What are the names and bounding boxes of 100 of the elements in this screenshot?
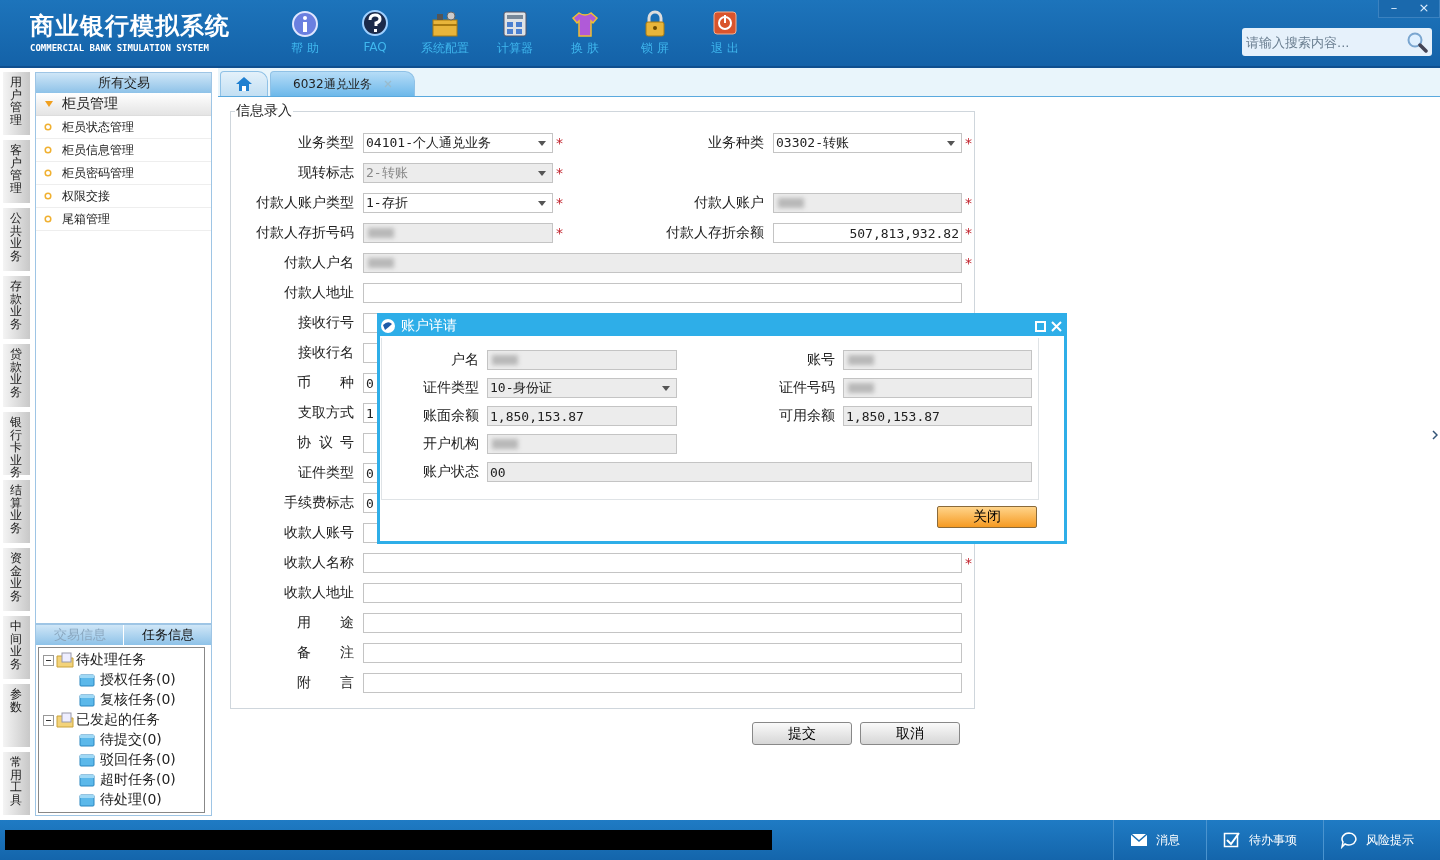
- input-field[interactable]: [843, 350, 1032, 370]
- bullet-icon: [44, 169, 52, 177]
- dropdown-arrow-icon: [947, 140, 955, 146]
- side-tab[interactable]: 存款业务: [3, 276, 30, 339]
- folder-icon: [79, 793, 95, 807]
- nav-header[interactable]: 所有交易: [36, 73, 211, 93]
- side-tab[interactable]: 用户管理: [3, 72, 30, 135]
- field-label: 证件号码: [778, 379, 836, 397]
- nav-item[interactable]: 柜员状态管理: [36, 116, 211, 139]
- input-field[interactable]: [363, 553, 962, 573]
- bullet-icon: [44, 123, 52, 131]
- field-label: 付款人户名: [283, 254, 355, 272]
- close-button[interactable]: ×: [1409, 0, 1439, 17]
- tree-item[interactable]: 已发起的任务: [76, 711, 160, 729]
- input-field[interactable]: [363, 643, 962, 663]
- form-button[interactable]: 取消: [860, 722, 960, 745]
- input-field[interactable]: [363, 613, 962, 633]
- home-tab[interactable]: [220, 71, 268, 96]
- shirt-icon: [571, 10, 599, 38]
- side-tab[interactable]: 资金业务: [3, 548, 30, 611]
- field-label: 手续费标志: [283, 494, 355, 512]
- required-mark: *: [965, 255, 972, 271]
- close-icon: [1051, 320, 1062, 332]
- required-mark: *: [965, 135, 972, 151]
- required-mark: *: [556, 165, 563, 181]
- page-tab[interactable]: 6032通兑业务: [270, 71, 415, 96]
- tree-item[interactable]: 驳回任务(0): [100, 751, 176, 769]
- status-item[interactable]: 待办事项: [1206, 820, 1323, 860]
- tree-item[interactable]: 待处理任务: [76, 651, 146, 669]
- input-field[interactable]: [363, 283, 962, 303]
- field-label: 付款人地址: [283, 284, 355, 302]
- panel-tab[interactable]: 任务信息: [123, 625, 211, 645]
- minimize-button[interactable]: –: [1379, 0, 1409, 17]
- folder-icon: [79, 773, 95, 787]
- tree-item[interactable]: 待处理(0): [100, 791, 162, 809]
- required-mark: *: [965, 195, 972, 211]
- field-label: 付款人存折余额: [665, 224, 765, 242]
- field-label: 收款人账号: [283, 524, 355, 542]
- input-field[interactable]: 00: [487, 462, 1032, 482]
- field-label: 证件类型: [422, 379, 480, 397]
- folder-icon: [56, 652, 74, 668]
- side-tab[interactable]: 客户管理: [3, 140, 30, 203]
- folder-icon: [79, 693, 95, 707]
- side-tab[interactable]: 中间业务: [3, 616, 30, 679]
- nav-item[interactable]: 柜员密码管理: [36, 162, 211, 185]
- field-label: 付款人账户: [693, 194, 765, 212]
- side-tab[interactable]: 公共业务: [3, 208, 30, 271]
- nav-group-header[interactable]: 柜员管理: [36, 93, 211, 116]
- side-tab[interactable]: 参数: [3, 684, 30, 747]
- tree-item[interactable]: 授权任务(0): [100, 671, 176, 689]
- dropdown[interactable]: 10-身份证: [487, 378, 677, 398]
- field-label: 业务类型: [297, 134, 355, 152]
- field-label: 现转标志: [297, 164, 355, 182]
- required-mark: *: [965, 555, 972, 571]
- field-label: 收款人名称: [283, 554, 355, 572]
- status-item[interactable]: 风险提示: [1323, 820, 1440, 860]
- input-field[interactable]: [843, 378, 1032, 398]
- dropdown-arrow-icon: [538, 200, 546, 206]
- input-field[interactable]: [363, 583, 962, 603]
- field-label: 币种: [296, 374, 355, 392]
- nav-item[interactable]: 尾箱管理: [36, 208, 211, 231]
- dropdown-arrow-icon: [662, 385, 670, 391]
- field-label: 证件类型: [297, 464, 355, 482]
- side-tab[interactable]: 结算业务: [3, 480, 30, 543]
- folder-icon: [79, 673, 95, 687]
- home-icon: [235, 76, 253, 92]
- input-field[interactable]: 507,813,932.82: [773, 223, 962, 243]
- input-field[interactable]: [773, 193, 962, 213]
- status-item[interactable]: 消息: [1113, 820, 1206, 860]
- chevron-icon: [1432, 430, 1438, 440]
- form-button[interactable]: 提交: [752, 722, 852, 745]
- input-field[interactable]: [363, 223, 553, 243]
- power-icon: [711, 10, 739, 38]
- search-field[interactable]: 请输入搜索内容...: [1242, 28, 1432, 56]
- input-field[interactable]: 1,850,153.87: [843, 406, 1032, 426]
- field-label: 可用余额: [778, 407, 836, 425]
- side-tab[interactable]: 贷款业务: [3, 344, 30, 407]
- input-field[interactable]: [487, 350, 677, 370]
- input-field[interactable]: 1,850,153.87: [487, 406, 677, 426]
- checkbox-icon: [1223, 831, 1241, 849]
- dropdown[interactable]: 1-存折: [363, 193, 553, 213]
- required-mark: *: [556, 135, 563, 151]
- field-label: 付款人账户类型: [255, 194, 355, 212]
- dropdown[interactable]: 03302-转账: [773, 133, 962, 153]
- input-field[interactable]: [363, 673, 962, 693]
- field-label: 用途: [296, 614, 355, 632]
- field-label: 接收行名: [297, 344, 355, 362]
- section-title: 信息录入: [235, 102, 293, 120]
- side-tab[interactable]: 常用工具: [3, 752, 30, 815]
- field-label: 附言: [296, 674, 355, 692]
- nav-item[interactable]: 权限交接: [36, 185, 211, 208]
- dropdown[interactable]: 04101-个人通兑业务: [363, 133, 553, 153]
- tree-item[interactable]: 待提交(0): [100, 731, 162, 749]
- input-field[interactable]: [363, 253, 962, 273]
- dialog-title: 账户详请: [401, 317, 457, 335]
- nav-item[interactable]: 柜员信息管理: [36, 139, 211, 162]
- close-button[interactable]: 关闭: [937, 506, 1037, 528]
- input-field[interactable]: [487, 434, 677, 454]
- tree-item[interactable]: 复核任务(0): [100, 691, 176, 709]
- tree-item[interactable]: 超时任务(0): [100, 771, 176, 789]
